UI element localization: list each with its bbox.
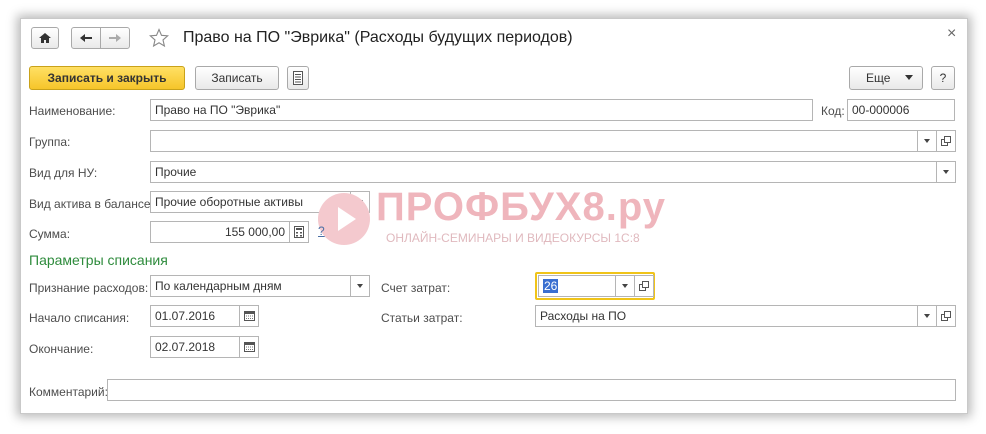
group-dropdown-button[interactable]: [917, 130, 937, 152]
open-window-icon: [639, 281, 649, 291]
report-button[interactable]: [287, 66, 309, 90]
calculator-button[interactable]: [289, 221, 309, 243]
more-button-label: Еще: [866, 71, 891, 85]
chevron-down-icon: [943, 170, 949, 174]
sum-help-link[interactable]: ?: [318, 224, 325, 238]
chevron-down-icon: [357, 284, 363, 288]
code-input[interactable]: 00-000006: [847, 99, 955, 121]
asset-type-dropdown-button[interactable]: [350, 191, 370, 213]
cost-items-input[interactable]: Расходы на ПО: [535, 305, 937, 327]
back-button[interactable]: [71, 27, 101, 49]
cost-account-label: Счет затрат:: [381, 281, 451, 295]
chevron-down-icon: [924, 314, 930, 318]
recognition-dropdown-button[interactable]: [350, 275, 370, 297]
chevron-down-icon: [622, 284, 628, 288]
watermark-brand: ПРОФБУХ8.ру: [376, 185, 666, 229]
comment-input[interactable]: [107, 379, 956, 401]
chevron-down-icon: [905, 75, 913, 80]
close-icon[interactable]: ×: [947, 25, 956, 43]
save-and-close-button[interactable]: Записать и закрыть: [29, 66, 185, 90]
name-input[interactable]: Право на ПО "Эврика": [150, 99, 813, 121]
help-button[interactable]: ?: [931, 66, 955, 90]
watermark-logo: ПРОФБУХ8.ру ОНЛАЙН-СЕМИНАРЫ И ВИДЕОКУРСЫ…: [316, 185, 736, 251]
group-label: Группа:: [29, 135, 71, 149]
group-input[interactable]: [150, 130, 937, 152]
sum-label: Сумма:: [29, 227, 71, 241]
start-date-calendar-button[interactable]: [239, 305, 259, 327]
chevron-down-icon: [357, 200, 363, 204]
asset-type-select[interactable]: Прочие оборотные активы: [150, 191, 370, 213]
arrow-left-icon: [80, 34, 92, 42]
end-date-label: Окончание:: [29, 342, 94, 356]
cost-items-open-button[interactable]: [936, 305, 956, 327]
forward-button[interactable]: [100, 27, 130, 49]
name-label: Наименование:: [29, 104, 116, 118]
watermark-tagline: ОНЛАЙН-СЕМИНАРЫ И ВИДЕОКУРСЫ 1С:8: [386, 231, 640, 245]
end-date-input[interactable]: 02.07.2018: [150, 336, 240, 358]
document-window: Право на ПО "Эврика" (Расходы будущих пе…: [20, 18, 968, 414]
sum-input[interactable]: 155 000,00: [150, 221, 290, 243]
cost-items-dropdown-button[interactable]: [917, 305, 937, 327]
favorite-star-icon[interactable]: [148, 28, 170, 48]
more-button[interactable]: Еще: [849, 66, 923, 90]
chevron-down-icon: [924, 139, 930, 143]
nu-type-select[interactable]: Прочие: [150, 161, 956, 183]
asset-type-label: Вид актива в балансе:: [29, 197, 154, 211]
cost-account-selected-text: 26: [543, 279, 559, 293]
open-window-icon: [941, 136, 951, 146]
open-window-icon: [941, 311, 951, 321]
cost-account-dropdown-button[interactable]: [615, 275, 635, 297]
start-date-label: Начало списания:: [29, 311, 130, 325]
arrow-right-icon: [109, 34, 121, 42]
code-label: Код:: [821, 104, 845, 118]
calendar-icon: [243, 342, 255, 352]
calendar-icon: [243, 311, 255, 321]
recognition-label: Признание расходов:: [29, 281, 149, 295]
recognition-select[interactable]: По календарным дням: [150, 275, 370, 297]
save-button[interactable]: Записать: [195, 66, 279, 90]
cost-account-open-button[interactable]: [634, 275, 654, 297]
start-date-input[interactable]: 01.07.2016: [150, 305, 240, 327]
document-list-icon: [293, 71, 303, 85]
nu-type-dropdown-button[interactable]: [936, 161, 956, 183]
window-title: Право на ПО "Эврика" (Расходы будущих пе…: [183, 29, 573, 46]
end-date-calendar-button[interactable]: [239, 336, 259, 358]
group-open-button[interactable]: [936, 130, 956, 152]
nu-type-label: Вид для НУ:: [29, 166, 98, 180]
home-icon: [39, 33, 51, 43]
cost-account-input[interactable]: 26: [538, 275, 616, 297]
home-button[interactable]: [31, 27, 59, 49]
cost-items-label: Статьи затрат:: [381, 311, 463, 325]
writeoff-section-title: Параметры списания: [29, 252, 168, 268]
calculator-icon: [294, 226, 304, 238]
comment-label: Комментарий:: [29, 385, 108, 399]
